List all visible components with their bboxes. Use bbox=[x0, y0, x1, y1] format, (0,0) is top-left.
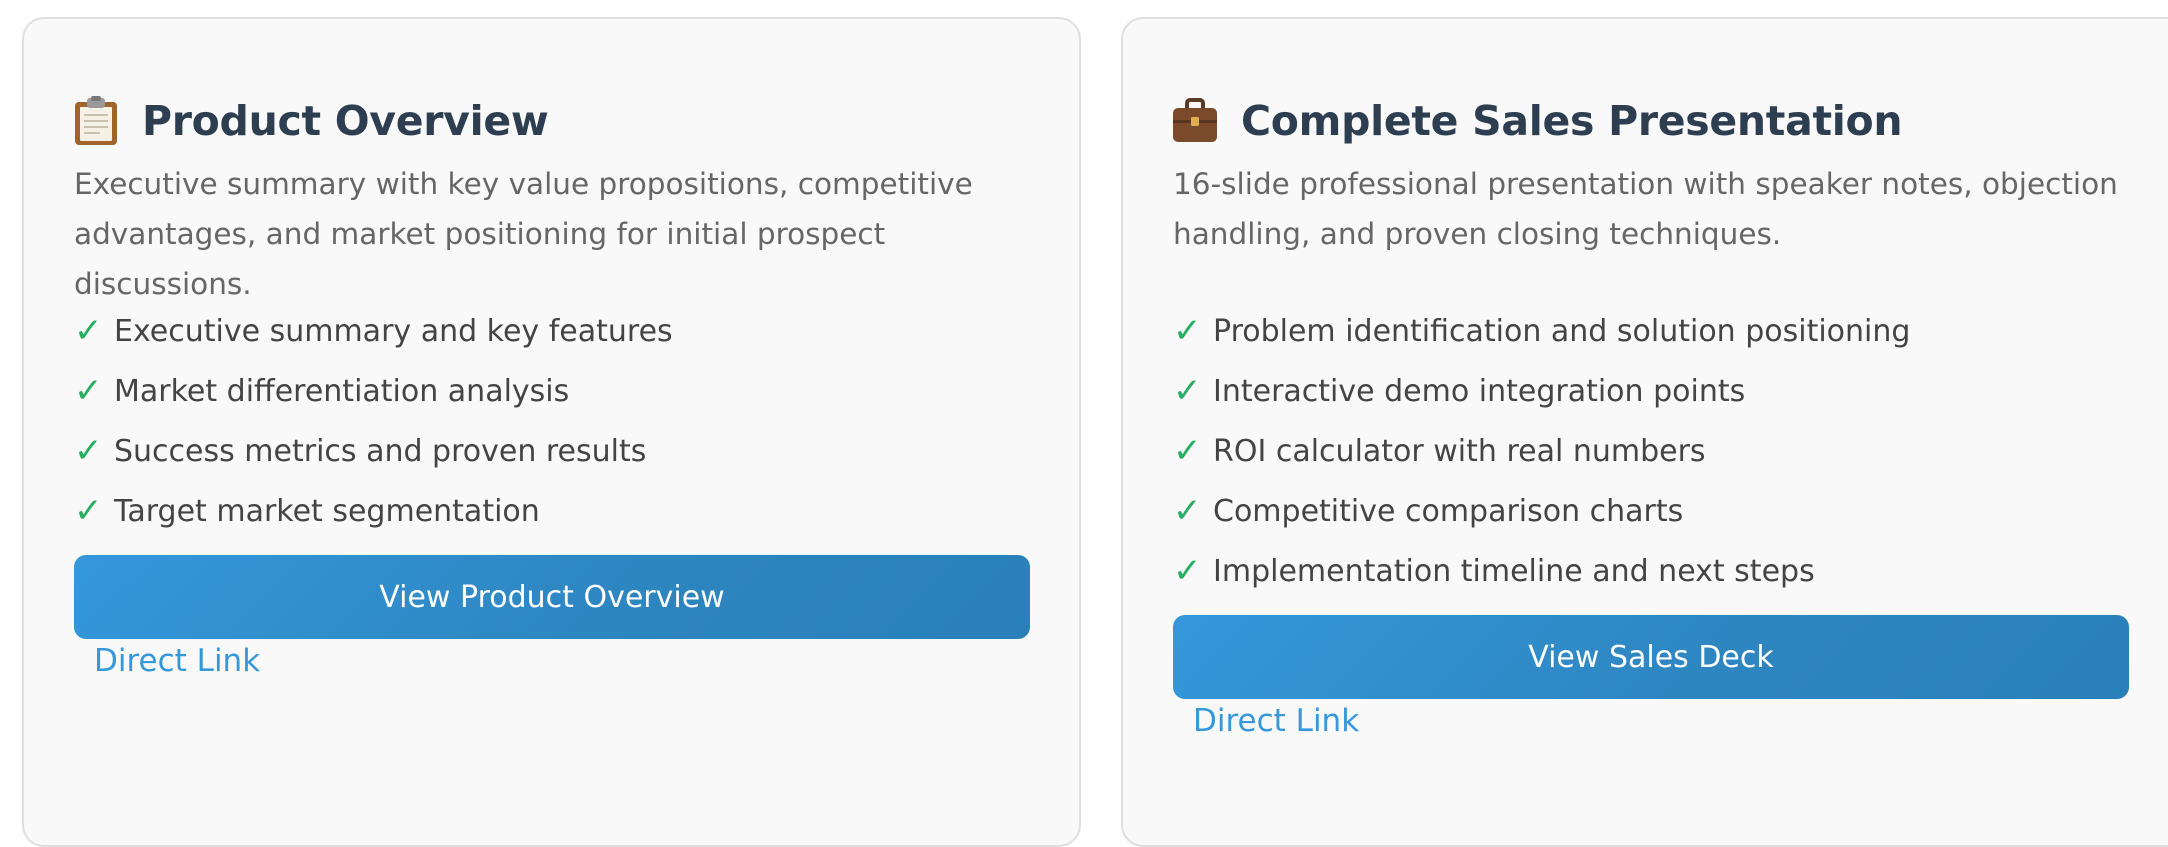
check-icon: ✓ bbox=[74, 371, 103, 411]
card-description: 16-slide professional presentation with … bbox=[1173, 167, 2118, 251]
feature-label: Executive summary and key features bbox=[114, 313, 673, 349]
check-icon: ✓ bbox=[74, 491, 103, 531]
briefcase-icon bbox=[1171, 96, 1219, 146]
feature-item: ✓ Executive summary and key features bbox=[74, 301, 673, 361]
card-title: Complete Sales Presentation bbox=[1241, 97, 1903, 145]
feature-item: ✓ Interactive demo integration points bbox=[1173, 361, 1910, 421]
check-icon: ✓ bbox=[1173, 491, 1202, 531]
feature-label: Interactive demo integration points bbox=[1213, 373, 1746, 409]
feature-label: Success metrics and proven results bbox=[114, 433, 647, 469]
feature-label: Competitive comparison charts bbox=[1213, 493, 1684, 529]
card-description: Executive summary with key value proposi… bbox=[74, 167, 973, 301]
card-header: Complete Sales Presentation bbox=[1171, 79, 1903, 163]
feature-item: ✓ Problem identification and solution po… bbox=[1173, 301, 1910, 361]
check-icon: ✓ bbox=[74, 311, 103, 351]
sales-presentation-card: Complete Sales Presentation 16-slide pro… bbox=[1121, 17, 2168, 847]
check-icon: ✓ bbox=[1173, 431, 1202, 471]
view-product-overview-button[interactable]: View Product Overview bbox=[74, 555, 1030, 639]
feature-item: ✓ Implementation timeline and next steps bbox=[1173, 541, 1910, 601]
check-icon: ✓ bbox=[1173, 551, 1202, 591]
check-icon: ✓ bbox=[1173, 311, 1202, 351]
clipboard-icon bbox=[72, 96, 120, 146]
feature-item: ✓ Competitive comparison charts bbox=[1173, 481, 1910, 541]
direct-link[interactable]: Direct Link bbox=[94, 643, 260, 679]
feature-item: ✓ Market differentiation analysis bbox=[74, 361, 673, 421]
feature-item: ✓ Success metrics and proven results bbox=[74, 421, 673, 481]
product-overview-card: Product Overview Executive summary with … bbox=[22, 17, 1081, 847]
view-sales-deck-button[interactable]: View Sales Deck bbox=[1173, 615, 2129, 699]
feature-label: Target market segmentation bbox=[114, 493, 540, 529]
check-icon: ✓ bbox=[1173, 371, 1202, 411]
card-header: Product Overview bbox=[72, 79, 549, 163]
feature-label: Problem identification and solution posi… bbox=[1213, 313, 1911, 349]
direct-link[interactable]: Direct Link bbox=[1193, 703, 1359, 739]
feature-list: ✓ Problem identification and solution po… bbox=[1173, 301, 1910, 601]
feature-list: ✓ Executive summary and key features ✓ M… bbox=[74, 301, 673, 541]
feature-label: Implementation timeline and next steps bbox=[1213, 553, 1815, 589]
feature-label: ROI calculator with real numbers bbox=[1213, 433, 1706, 469]
feature-label: Market differentiation analysis bbox=[114, 373, 570, 409]
feature-item: ✓ Target market segmentation bbox=[74, 481, 673, 541]
feature-item: ✓ ROI calculator with real numbers bbox=[1173, 421, 1910, 481]
check-icon: ✓ bbox=[74, 431, 103, 471]
card-title: Product Overview bbox=[142, 97, 549, 145]
